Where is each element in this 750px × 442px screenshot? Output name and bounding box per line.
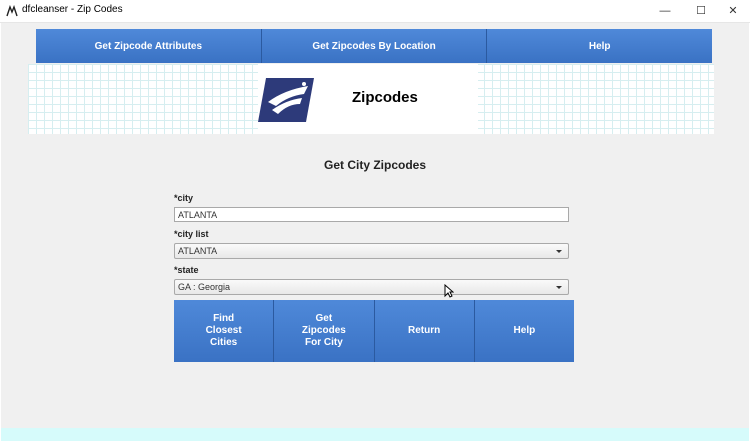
- city-list-value: ATLANTA: [178, 246, 218, 256]
- state-value: GA : Georgia: [178, 282, 231, 292]
- action-buttons: Find Closest Cities Get Zipcodes For Cit…: [174, 300, 574, 362]
- top-nav: Get Zipcode Attributes Get Zipcodes By L…: [36, 29, 713, 63]
- title-bar: dfcleanser - Zip Codes — ☐ ✕: [0, 0, 750, 23]
- help-button[interactable]: Help: [474, 300, 574, 362]
- city-input[interactable]: ATLANTA: [174, 207, 569, 222]
- footer-strip: [1, 428, 749, 441]
- state-label: *state: [174, 265, 199, 275]
- get-zipcodes-by-location-button[interactable]: Get Zipcodes By Location: [261, 29, 488, 63]
- city-list-label: *city list: [174, 229, 209, 239]
- help-nav-button[interactable]: Help: [487, 29, 713, 63]
- get-zipcode-attributes-button[interactable]: Get Zipcode Attributes: [36, 29, 262, 63]
- app-icon: [6, 5, 18, 17]
- city-list-select[interactable]: ATLANTA: [174, 243, 569, 259]
- chevron-down-icon: [556, 286, 562, 289]
- find-closest-cities-button[interactable]: Find Closest Cities: [174, 300, 275, 362]
- minimize-button[interactable]: —: [648, 0, 682, 22]
- state-select[interactable]: GA : Georgia: [174, 279, 569, 295]
- maximize-button[interactable]: ☐: [684, 0, 718, 22]
- banner-title: Zipcodes: [352, 89, 418, 106]
- get-zipcodes-for-city-button[interactable]: Get Zipcodes For City: [274, 300, 375, 362]
- mouse-cursor-icon: [444, 284, 454, 298]
- usps-logo-icon: [258, 72, 316, 128]
- city-label: *city: [174, 193, 194, 203]
- chevron-down-icon: [556, 250, 562, 253]
- return-button[interactable]: Return: [374, 300, 475, 362]
- form-title: Get City Zipcodes: [323, 158, 427, 172]
- window-title: dfcleanser - Zip Codes: [22, 4, 123, 15]
- close-button[interactable]: ✕: [716, 0, 750, 22]
